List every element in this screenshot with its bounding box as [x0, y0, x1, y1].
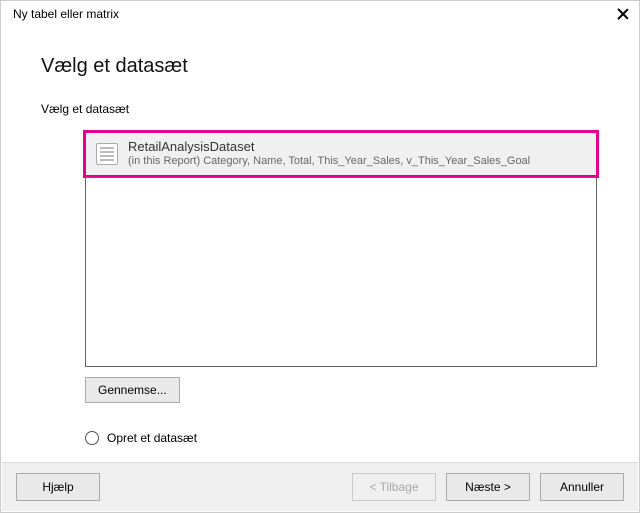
create-dataset-radio[interactable]: Opret et datasæt	[85, 431, 599, 445]
dataset-description: (in this Report) Category, Name, Total, …	[128, 155, 530, 169]
wizard-footer: Hjælp < Tilbage Næste > Annuller	[2, 462, 638, 511]
next-button[interactable]: Næste >	[446, 473, 530, 501]
cancel-button[interactable]: Annuller	[540, 473, 624, 501]
close-icon[interactable]	[617, 8, 629, 20]
section-label: Vælg et datasæt	[41, 102, 599, 116]
highlight-frame: RetailAnalysisDataset (in this Report) C…	[83, 130, 599, 178]
create-dataset-label: Opret et datasæt	[107, 431, 197, 445]
browse-button[interactable]: Gennemse...	[85, 377, 180, 403]
table-icon	[96, 143, 118, 165]
dataset-name: RetailAnalysisDataset	[128, 139, 530, 155]
dataset-item[interactable]: RetailAnalysisDataset (in this Report) C…	[86, 133, 596, 175]
window-title: Ny tabel eller matrix	[13, 7, 119, 21]
dataset-list[interactable]	[85, 177, 597, 367]
radio-icon	[85, 431, 99, 445]
back-button: < Tilbage	[352, 473, 436, 501]
page-heading: Vælg et datasæt	[41, 55, 599, 78]
help-button[interactable]: Hjælp	[16, 473, 100, 501]
